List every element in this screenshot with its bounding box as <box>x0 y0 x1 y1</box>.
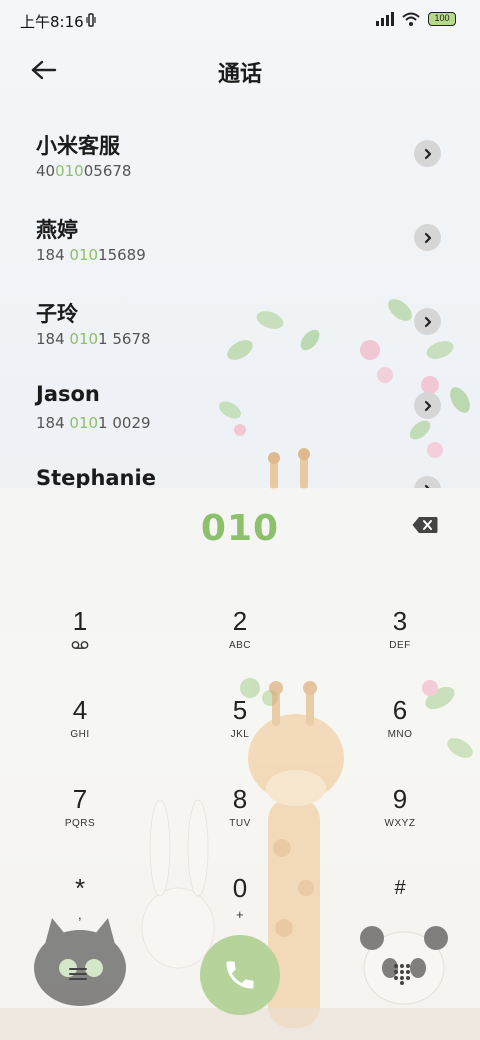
key-letters: GHI <box>70 729 90 740</box>
contact-name: 小米客服 <box>36 134 120 158</box>
key-digit: 2 <box>232 606 248 636</box>
key-digit: 3 <box>392 606 408 636</box>
key-letters: PQRS <box>64 818 96 829</box>
key-letters: + <box>235 907 245 922</box>
battery-indicator: 100 <box>428 12 456 26</box>
contact-row[interactable]: Jason 184 0101 0029 <box>0 364 480 448</box>
backspace-icon <box>412 517 438 533</box>
chevron-right-icon <box>424 400 431 411</box>
menu-button[interactable] <box>62 958 94 990</box>
contact-name: 子玲 <box>36 302 78 326</box>
key-4[interactable]: 4 GHI <box>20 685 140 765</box>
key-0[interactable]: 0 + <box>180 863 300 943</box>
key-star[interactable]: * , <box>20 863 140 943</box>
status-time: 上午8:16 <box>20 13 84 31</box>
key-letters: WXYZ <box>384 818 416 829</box>
contact-name: Stephanie <box>36 466 156 488</box>
key-digit: 0 <box>232 873 248 903</box>
key-letters: MNO <box>387 729 413 740</box>
contact-number: 184 0101 5678 <box>36 330 151 348</box>
contact-name: Jason <box>36 382 100 406</box>
key-letters: DEF <box>389 640 411 651</box>
key-digit: 1 <box>72 606 88 636</box>
key-digit: 7 <box>72 784 88 814</box>
chevron-right-icon <box>424 316 431 327</box>
key-digit: 9 <box>392 784 408 814</box>
key-letters: ABC <box>228 640 252 651</box>
key-digit: 5 <box>232 695 248 725</box>
menu-icon <box>69 968 87 980</box>
contact-list: 小米客服 4001005678 燕婷 184 01015689 子玲 184 0… <box>0 112 480 488</box>
dialpad-icon <box>394 964 410 985</box>
contact-detail-button[interactable] <box>414 140 441 167</box>
contact-number: 184 01015689 <box>36 246 146 264</box>
key-digit: # <box>394 877 406 899</box>
key-8[interactable]: 8 TUV <box>180 774 300 854</box>
contact-row[interactable]: 小米客服 4001005678 <box>0 112 480 196</box>
status-bar: 上午8:16 100 <box>0 0 480 40</box>
voicemail-icon <box>20 640 140 652</box>
key-hash[interactable]: # <box>340 863 460 943</box>
dial-input-display: 010 <box>200 508 280 549</box>
key-digit: 4 <box>72 695 88 725</box>
chevron-right-icon <box>424 232 431 243</box>
contact-number: 184 0101 0029 <box>36 414 151 432</box>
key-7[interactable]: 7 PQRS <box>20 774 140 854</box>
dialpad-toggle-button[interactable] <box>386 958 418 990</box>
key-digit: * <box>74 873 86 903</box>
key-9[interactable]: 9 WXYZ <box>340 774 460 854</box>
vibrate-icon <box>86 13 96 27</box>
key-6[interactable]: 6 MNO <box>340 685 460 765</box>
page-title: 通话 <box>217 62 262 87</box>
wifi-icon <box>402 12 420 26</box>
phone-icon <box>226 961 254 989</box>
key-letters: , <box>77 907 83 922</box>
contact-row[interactable]: Stephanie <box>0 448 480 488</box>
key-letters: TUV <box>229 818 251 829</box>
key-5[interactable]: 5 JKL <box>180 685 300 765</box>
key-digit: 6 <box>392 695 408 725</box>
key-2[interactable]: 2 ABC <box>180 596 300 676</box>
key-1[interactable]: 1 <box>20 596 140 676</box>
key-letters: JKL <box>230 729 250 740</box>
contact-name: 燕婷 <box>36 218 78 242</box>
chevron-right-icon <box>424 148 431 159</box>
contact-row[interactable]: 子玲 184 0101 5678 <box>0 280 480 364</box>
key-digit: 8 <box>232 784 248 814</box>
call-button[interactable] <box>200 935 280 1015</box>
signal-icon <box>376 12 394 26</box>
contact-detail-button[interactable] <box>414 476 441 488</box>
contact-number: 4001005678 <box>36 162 132 180</box>
contact-detail-button[interactable] <box>414 392 441 419</box>
contact-detail-button[interactable] <box>414 224 441 251</box>
contact-row[interactable]: 燕婷 184 01015689 <box>0 196 480 280</box>
contact-detail-button[interactable] <box>414 308 441 335</box>
key-3[interactable]: 3 DEF <box>340 596 460 676</box>
backspace-button[interactable] <box>412 516 442 536</box>
